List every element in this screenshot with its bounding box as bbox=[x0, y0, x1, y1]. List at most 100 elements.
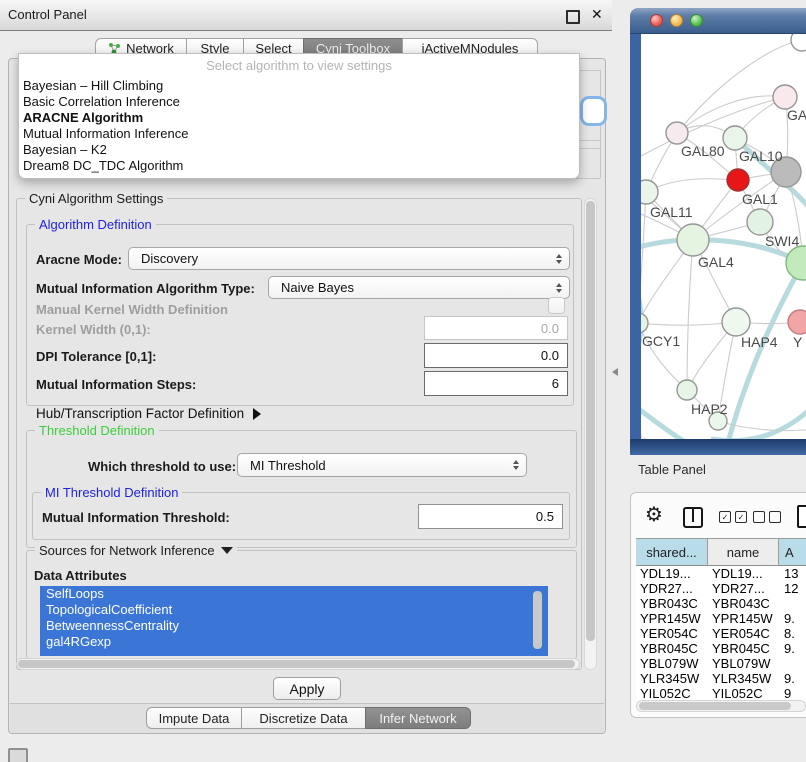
table-row[interactable]: YBR043CYBR043C bbox=[636, 596, 806, 611]
table-row[interactable]: YDL19...YDL19...13 bbox=[636, 566, 806, 581]
mi-type-select[interactable]: Naive Bayes bbox=[268, 276, 570, 299]
dropdown-item[interactable]: Basic Correlation Inference bbox=[19, 94, 579, 110]
sources-toggle[interactable]: Sources for Network Inference bbox=[35, 543, 237, 558]
tab-impute-data[interactable]: Impute Data bbox=[146, 707, 242, 729]
graph-node[interactable] bbox=[666, 122, 688, 144]
table-cell[interactable]: YPR145W bbox=[636, 611, 708, 626]
table-row[interactable]: YBL079WYBL079W bbox=[636, 656, 806, 671]
algorithm-combo-fragment[interactable] bbox=[580, 96, 607, 126]
tab-discretize-data[interactable]: Discretize Data bbox=[241, 707, 366, 729]
close-icon[interactable]: ✕ bbox=[591, 6, 603, 23]
table-row[interactable]: YLR345WYLR345W9. bbox=[636, 671, 806, 686]
table-cell[interactable]: YDR27... bbox=[636, 581, 708, 596]
table-cell[interactable]: YIL052C bbox=[636, 686, 708, 700]
dropdown-item[interactable]: ARACNE Algorithm bbox=[19, 110, 579, 126]
graph-node[interactable] bbox=[773, 85, 797, 109]
attribute-item[interactable]: BetweennessCentrality bbox=[40, 618, 548, 634]
dropdown-item[interactable]: Mutual Information Inference bbox=[19, 126, 579, 142]
column-header-partial[interactable]: A bbox=[779, 538, 806, 566]
table-cell[interactable]: 8. bbox=[779, 626, 806, 641]
attribute-item[interactable]: TopologicalCoefficient bbox=[40, 602, 548, 618]
table-cell[interactable]: YER054C bbox=[708, 626, 779, 641]
column-header-name[interactable]: name bbox=[708, 538, 779, 566]
unchecked-boxes-icon[interactable] bbox=[753, 511, 781, 523]
node-label: HAP4 bbox=[741, 334, 778, 350]
table-cell[interactable]: YBR045C bbox=[636, 641, 708, 656]
checked-boxes-icon[interactable]: ✓✓ bbox=[719, 511, 747, 523]
table-cell[interactable]: YER054C bbox=[636, 626, 708, 641]
graph-node[interactable] bbox=[722, 308, 750, 336]
apply-button[interactable]: Apply bbox=[273, 677, 341, 700]
mi-steps-field[interactable]: 6 bbox=[424, 371, 568, 396]
which-threshold-select[interactable]: MI Threshold bbox=[237, 453, 527, 477]
table-row[interactable]: YBR045CYBR045C9. bbox=[636, 641, 806, 656]
table-cell[interactable]: YBL079W bbox=[636, 656, 708, 671]
kernel-width-field[interactable]: 0.0 bbox=[424, 316, 568, 340]
graph-node[interactable] bbox=[677, 380, 697, 400]
dpi-tolerance-label: DPI Tolerance [0,1]: bbox=[36, 349, 156, 364]
graph-node[interactable] bbox=[641, 313, 648, 333]
zoom-traffic-light[interactable] bbox=[690, 14, 703, 27]
attribute-item[interactable]: SelfLoops bbox=[40, 586, 548, 602]
table-cell[interactable]: 9. bbox=[779, 641, 806, 656]
table-cell[interactable]: YBR045C bbox=[708, 641, 779, 656]
mi-threshold-field[interactable]: 0.5 bbox=[418, 504, 563, 529]
table-cell[interactable]: YBR043C bbox=[708, 596, 779, 611]
minimize-traffic-light[interactable] bbox=[670, 14, 683, 27]
table-row[interactable]: YIL052CYIL052C9 bbox=[636, 686, 806, 700]
column-header-shared-name[interactable]: shared... bbox=[636, 538, 708, 566]
table-cell[interactable]: 9 bbox=[779, 686, 806, 700]
close-traffic-light[interactable] bbox=[650, 14, 663, 27]
minimized-panel-icon[interactable] bbox=[8, 748, 28, 762]
table-cell[interactable]: 12 bbox=[779, 581, 806, 596]
table-cell[interactable] bbox=[779, 596, 806, 611]
attribute-item[interactable]: gal4RGexp bbox=[40, 634, 548, 650]
graph-node[interactable] bbox=[641, 180, 658, 204]
graph-node[interactable] bbox=[677, 224, 709, 256]
table-cell[interactable]: YDL19... bbox=[636, 566, 708, 581]
table-cell[interactable] bbox=[779, 656, 806, 671]
table-cell[interactable]: 13 bbox=[779, 566, 806, 581]
graph-node[interactable] bbox=[791, 34, 806, 51]
table-cell[interactable]: YIL052C bbox=[708, 686, 779, 700]
table-cell[interactable]: YLR345W bbox=[708, 671, 779, 686]
table-cell[interactable]: YBR043C bbox=[636, 596, 708, 611]
table-cell[interactable]: YDL19... bbox=[708, 566, 779, 581]
graph-node[interactable] bbox=[788, 310, 806, 334]
graph-node[interactable] bbox=[747, 209, 773, 235]
graph-node[interactable] bbox=[786, 246, 806, 280]
hub-definition-toggle[interactable]: Hub/Transcription Factor Definition bbox=[36, 406, 261, 421]
vertical-scrollbar-thumb[interactable] bbox=[586, 201, 595, 641]
gear-icon[interactable]: ⚙ bbox=[645, 504, 663, 526]
dropdown-item[interactable]: Bayesian – K2 bbox=[19, 142, 579, 158]
table-cell[interactable]: YLR345W bbox=[636, 671, 708, 686]
table-row[interactable]: YDR27...YDR27...12 bbox=[636, 581, 806, 596]
tab-label: Impute Data bbox=[159, 711, 230, 726]
manual-kernel-checkbox[interactable] bbox=[548, 297, 565, 314]
table-cell[interactable]: YPR145W bbox=[708, 611, 779, 626]
network-canvas[interactable]: GALGAL80GAL10GAL1GAL11SWI4GAL4GCY1HAP4YH… bbox=[641, 34, 806, 439]
horizontal-scrollbar-thumb[interactable] bbox=[18, 660, 575, 668]
mi-steps-label: Mutual Information Steps: bbox=[36, 377, 196, 392]
table-row[interactable]: YPR145WYPR145W9. bbox=[636, 611, 806, 626]
table-cell[interactable]: YBL079W bbox=[708, 656, 779, 671]
list-scrollbar[interactable] bbox=[533, 591, 542, 649]
document-icon[interactable] bbox=[797, 505, 806, 528]
float-window-icon[interactable] bbox=[566, 10, 580, 24]
dropdown-item[interactable]: Dream8 DC_TDC Algorithm bbox=[19, 158, 579, 174]
graph-node[interactable] bbox=[723, 126, 747, 150]
dropdown-item[interactable]: Bayesian – Hill Climbing bbox=[19, 78, 579, 94]
dpi-tolerance-field[interactable]: 0.0 bbox=[424, 343, 568, 368]
graph-node[interactable] bbox=[727, 169, 749, 191]
table-row[interactable]: YER054CYER054C8. bbox=[636, 626, 806, 641]
tab-infer-network[interactable]: Infer Network bbox=[365, 707, 471, 729]
table-horizontal-scrollbar-thumb[interactable] bbox=[639, 702, 791, 710]
table-cell[interactable]: 9. bbox=[779, 671, 806, 686]
table-cell[interactable]: 9. bbox=[779, 611, 806, 626]
splitter-collapse-icon[interactable] bbox=[612, 368, 618, 376]
column-layout-icon[interactable] bbox=[683, 507, 703, 528]
group-title: Cyni Algorithm Settings bbox=[25, 191, 167, 206]
table-cell[interactable]: YDR27... bbox=[708, 581, 779, 596]
aracne-mode-select[interactable]: Discovery bbox=[128, 247, 570, 270]
data-attributes-list[interactable]: SelfLoopsTopologicalCoefficientBetweenne… bbox=[40, 586, 548, 656]
